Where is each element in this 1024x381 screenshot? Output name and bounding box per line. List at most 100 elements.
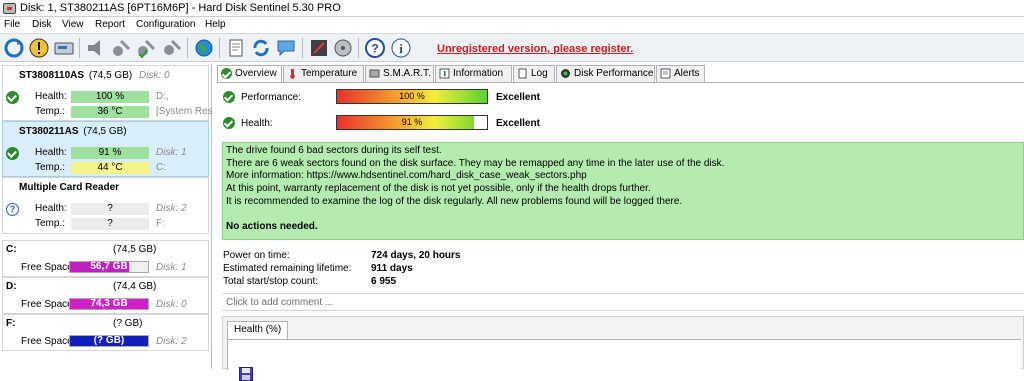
- menu-view[interactable]: View: [62, 19, 84, 30]
- free-space-value: 74,3 GB: [90, 298, 128, 309]
- health-bar: 91 %: [336, 115, 488, 130]
- menu-help[interactable]: Help: [205, 19, 226, 30]
- chart-canvas: [227, 340, 1021, 381]
- disk-volumes: F:: [156, 218, 165, 229]
- temp-label: Temp.:: [35, 162, 66, 173]
- health-ok-icon: [223, 117, 235, 129]
- stat-value: 6 955: [371, 276, 397, 287]
- tab-information[interactable]: Information: [435, 65, 512, 82]
- temp-value: ?: [71, 218, 149, 230]
- comment-field[interactable]: Click to add comment ...: [222, 293, 1024, 311]
- free-space-label: Free Space: [21, 262, 73, 273]
- tab-disk-performance[interactable]: Disk Performance: [556, 65, 655, 82]
- health-details-box: The drive found 6 bad sectors during its…: [222, 142, 1024, 240]
- no-actions-text: No actions needed.: [226, 220, 318, 232]
- info-line: More information: https://www.hdsentinel…: [226, 170, 587, 182]
- menu-configuration[interactable]: Configuration: [136, 19, 195, 30]
- tab-label: S.M.A.R.T.: [383, 68, 431, 79]
- globe-icon[interactable]: [193, 37, 215, 59]
- stat-value: 911 days: [371, 263, 413, 274]
- hdd-icon[interactable]: [332, 37, 354, 59]
- message-icon[interactable]: [275, 37, 297, 59]
- disk-list-panel: ST3808110AS (74,5 GB) Disk: 0 Health: 10…: [0, 63, 218, 369]
- disk-card-selected[interactable]: ST380211AS (74,5 GB) Health: 91 % Disk: …: [2, 121, 209, 177]
- satellite-settings-icon[interactable]: [160, 37, 182, 59]
- volume-card[interactable]: C: (74,5 GB) Free Space 56,7 GB Disk: 1: [2, 240, 209, 277]
- menu-bar: File Disk View Report Configuration Help: [0, 17, 1024, 34]
- stat-key: Power on time:: [223, 250, 290, 261]
- temp-label: Temp.:: [35, 106, 66, 117]
- volume-size: (74,4 GB): [113, 281, 157, 292]
- menu-disk[interactable]: Disk: [32, 19, 51, 30]
- volume-disk: Disk: 0: [156, 299, 187, 310]
- disk-card[interactable]: Multiple Card Reader ? Health: ? Disk: 2…: [2, 177, 209, 234]
- volume-size: (? GB): [113, 318, 143, 329]
- free-space-value: 56,7 GB: [90, 261, 128, 272]
- overview-panel: Overview Temperature S.M.A.R.T. Informat…: [213, 63, 1024, 381]
- disk-name: ST3808110AS: [19, 70, 85, 81]
- performance-icon: [561, 69, 570, 78]
- disk-title: ST380211AS (74,5 GB): [19, 126, 127, 137]
- free-space-value: (? GB): [93, 335, 125, 346]
- performance-bar: 100 %: [336, 89, 488, 104]
- volume-card[interactable]: D: (74,4 GB) Free Space 74,3 GB Disk: 0: [2, 277, 209, 314]
- disk-title: ST3808110AS (74,5 GB) Disk: 0: [19, 70, 170, 81]
- menu-report[interactable]: Report: [95, 19, 125, 30]
- tab-overview[interactable]: Overview: [217, 65, 282, 83]
- thermometer-icon: [290, 69, 295, 79]
- disk-card[interactable]: ST3808110AS (74,5 GB) Disk: 0 Health: 10…: [2, 65, 218, 121]
- help-icon[interactable]: ?: [364, 37, 386, 59]
- menu-file[interactable]: File: [4, 19, 20, 30]
- free-space-bar: 74,3 GB: [69, 298, 149, 310]
- disk-info-icon[interactable]: [53, 37, 75, 59]
- info-line: The drive found 6 bad sectors during its…: [226, 145, 442, 156]
- disk-volumes: C:: [156, 162, 166, 173]
- temp-value: 44 °C: [71, 162, 149, 174]
- svg-text:?: ?: [371, 42, 378, 56]
- tab-divider: [217, 82, 1024, 83]
- performance-label: Performance:: [241, 92, 302, 103]
- log-icon: [518, 68, 527, 79]
- volume-size: (74,5 GB): [113, 244, 157, 255]
- tab-label: Disk Performance: [574, 68, 654, 79]
- temp-value: 36 °C: [71, 106, 149, 118]
- stat-key: Total start/stop count:: [223, 276, 319, 287]
- stat-value: 724 days, 20 hours: [371, 250, 461, 261]
- about-icon[interactable]: i: [390, 37, 412, 59]
- performance-rating: Excellent: [496, 92, 540, 103]
- tab-label: Alerts: [674, 68, 700, 79]
- volume-letter: D:: [6, 281, 17, 292]
- warning-disk-icon[interactable]: [28, 37, 50, 59]
- speaker-icon[interactable]: [85, 37, 107, 59]
- tab-temperature[interactable]: Temperature: [283, 65, 364, 82]
- app-icon: [3, 3, 16, 14]
- disk-system-reserved: [System Rese: [156, 106, 219, 117]
- tab-label: Overview: [235, 68, 277, 79]
- disk-test-icon[interactable]: [308, 37, 330, 59]
- tab-alerts[interactable]: Alerts: [656, 65, 705, 82]
- disk-title: Multiple Card Reader: [19, 182, 119, 193]
- tab-smart[interactable]: S.M.A.R.T.: [365, 65, 434, 82]
- info-line: It is recommended to examine the log of …: [226, 195, 683, 207]
- volume-card[interactable]: F: (? GB) Free Space (? GB) Disk: 2: [2, 314, 209, 351]
- volume-letter: C:: [6, 244, 17, 255]
- tab-health-chart[interactable]: Health (%): [227, 321, 289, 339]
- tab-label: Log: [531, 68, 548, 79]
- free-space-label: Free Space: [21, 336, 73, 347]
- sync-icon[interactable]: [250, 37, 272, 59]
- performance-value: 100 %: [399, 91, 425, 101]
- toolbar-separator: [187, 38, 188, 58]
- status-ok-icon: [6, 147, 19, 160]
- satellite-check-icon[interactable]: [135, 37, 157, 59]
- satellite-icon[interactable]: [110, 37, 132, 59]
- save-icon[interactable]: [239, 367, 253, 381]
- report-icon[interactable]: [225, 37, 247, 59]
- volume-letter: F:: [6, 318, 16, 329]
- refresh-icon[interactable]: [3, 37, 25, 59]
- health-value: ?: [71, 203, 149, 215]
- tab-log[interactable]: Log: [513, 65, 555, 82]
- unregistered-link[interactable]: Unregistered version, please register.: [437, 43, 633, 55]
- chart-area: Health (%): [222, 316, 1024, 381]
- check-icon: [221, 68, 232, 79]
